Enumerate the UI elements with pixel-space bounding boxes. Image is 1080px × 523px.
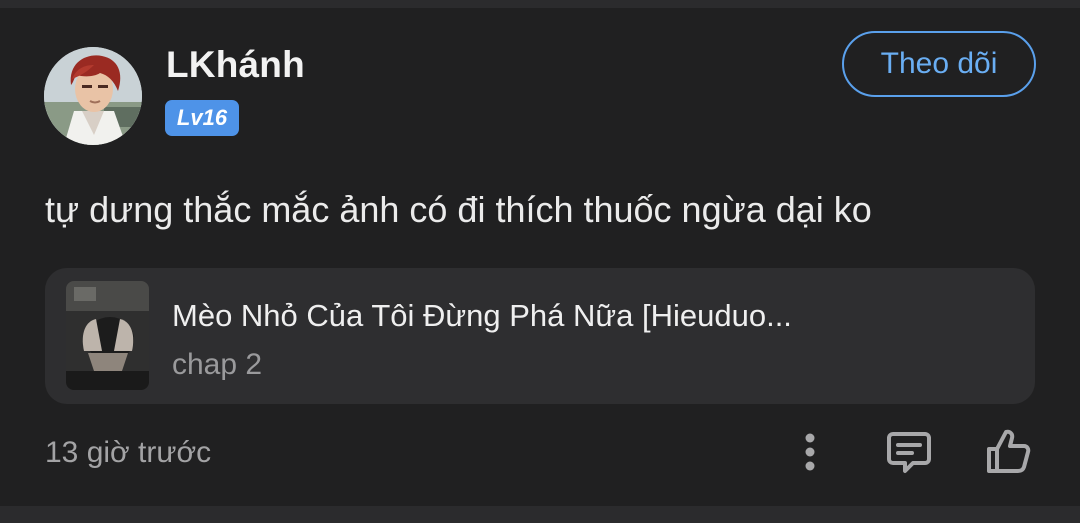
top-divider [0,0,1080,8]
manga-title: Mèo Nhỏ Của Tôi Đừng Phá Nữa [Hieuduo... [172,298,792,333]
timestamp: 13 giờ trước [45,436,212,469]
avatar[interactable] [44,47,142,145]
comment-text: tự dưng thắc mắc ảnh có đi thích thuốc n… [45,189,872,230]
manga-link-card[interactable]: Mèo Nhỏ Của Tôi Đừng Phá Nữa [Hieuduo...… [45,268,1035,404]
thumbs-up-icon[interactable] [985,427,1033,475]
more-vertical-icon[interactable] [795,430,825,474]
level-badge: Lv16 [165,100,239,136]
username[interactable]: LKhánh [166,44,305,86]
manga-chapter: chap 2 [172,348,263,381]
comment-item: LKhánh Lv16 Theo dõi tự dưng thắc mắc ản… [0,0,1080,523]
manga-thumbnail [66,281,149,390]
follow-button[interactable]: Theo dõi [842,31,1036,97]
bottom-divider [0,506,1080,523]
comment-reply-icon[interactable] [885,429,933,475]
